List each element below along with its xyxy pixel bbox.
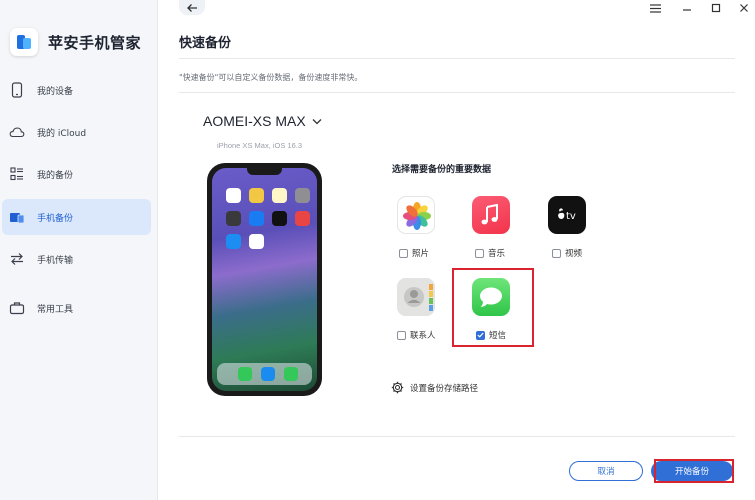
device-subtitle: iPhone XS Max, iOS 16.3 bbox=[217, 141, 303, 150]
app-icon bbox=[249, 188, 264, 203]
toolbox-icon bbox=[9, 300, 25, 316]
photos-checkbox[interactable] bbox=[399, 248, 408, 258]
page-title: 快速备份 bbox=[179, 36, 232, 51]
contacts-checkbox[interactable] bbox=[397, 330, 406, 340]
phone-app-icon bbox=[238, 367, 252, 381]
sidebar-item-label: 我的设备 bbox=[37, 86, 74, 97]
messages-highlight bbox=[452, 268, 534, 347]
video-label: 视频 bbox=[565, 249, 583, 259]
appletv-icon[interactable]: tv bbox=[548, 196, 586, 234]
appstore-app-icon bbox=[226, 234, 241, 249]
title-divider bbox=[179, 58, 735, 59]
phone-notch bbox=[247, 168, 282, 175]
minimize-icon bbox=[683, 9, 691, 11]
menu-button[interactable] bbox=[648, 1, 662, 15]
contacts-option[interactable]: 联系人 bbox=[397, 329, 436, 341]
close-icon bbox=[740, 4, 748, 12]
chevron-down-icon bbox=[312, 118, 322, 124]
settings-app-icon bbox=[295, 188, 310, 203]
minimize-button[interactable] bbox=[680, 1, 694, 15]
sidebar-item-label: 我的 iCloud bbox=[37, 128, 87, 139]
video-option[interactable]: 视频 bbox=[552, 247, 582, 259]
app-name: 苹安手机管家 bbox=[48, 33, 142, 52]
phone-dock bbox=[217, 363, 312, 385]
qq-app-icon bbox=[249, 234, 264, 249]
notes-app-icon bbox=[272, 188, 287, 203]
start-backup-highlight bbox=[654, 459, 734, 483]
contacts-icon[interactable] bbox=[397, 278, 435, 316]
sidebar-item-phone-backup[interactable]: 手机备份 bbox=[2, 199, 151, 235]
device-name: AOMEI-XS MAX bbox=[203, 113, 306, 129]
arrow-left-icon bbox=[187, 3, 197, 12]
backup-section-title: 选择需要备份的重要数据 bbox=[392, 165, 492, 175]
gear-icon bbox=[391, 381, 404, 394]
sidebar-item-common-tools[interactable]: 常用工具 bbox=[2, 290, 151, 326]
back-button[interactable] bbox=[179, 0, 205, 15]
hint-divider bbox=[179, 92, 735, 93]
sidebar-item-my-device[interactable]: 我的设备 bbox=[2, 72, 151, 108]
menu-icon bbox=[649, 3, 661, 13]
tiktok-app-icon bbox=[272, 211, 287, 226]
sidebar-item-phone-transfer[interactable]: 手机传输 bbox=[2, 241, 151, 277]
music-checkbox[interactable] bbox=[475, 248, 484, 258]
set-backup-path-link[interactable]: 设置备份存储路径 bbox=[391, 381, 478, 394]
photos-option[interactable]: 照片 bbox=[399, 247, 429, 259]
sidebar-item-label: 常用工具 bbox=[37, 304, 74, 315]
phone-illustration bbox=[207, 163, 322, 396]
devices-icon bbox=[9, 209, 25, 225]
set-backup-path-label: 设置备份存储路径 bbox=[410, 383, 479, 394]
video-checkbox[interactable] bbox=[552, 248, 561, 258]
brand: 苹安手机管家 bbox=[10, 27, 141, 57]
transfer-icon bbox=[9, 251, 25, 267]
sidebar: 苹安手机管家 我的设备 我的 iCloud 我的备份 手机备份 手机传输 常用工… bbox=[0, 0, 158, 500]
sidebar-item-label: 我的备份 bbox=[37, 170, 74, 181]
device-selector[interactable]: AOMEI-XS MAX bbox=[203, 113, 322, 129]
sidebar-item-my-backup[interactable]: 我的备份 bbox=[2, 156, 151, 192]
maximize-icon bbox=[711, 3, 721, 13]
music-icon[interactable] bbox=[472, 196, 510, 234]
photos-label: 照片 bbox=[412, 249, 430, 259]
cancel-button[interactable]: 取消 bbox=[569, 461, 643, 481]
close-button[interactable] bbox=[737, 1, 751, 15]
camera-app-icon bbox=[226, 211, 241, 226]
photos-app-icon bbox=[226, 188, 241, 203]
maximize-button[interactable] bbox=[709, 1, 723, 15]
contacts-label: 联系人 bbox=[410, 331, 436, 341]
sidebar-item-my-icloud[interactable]: 我的 iCloud bbox=[2, 114, 151, 150]
list-icon bbox=[9, 166, 25, 182]
sidebar-item-label: 手机传输 bbox=[37, 255, 74, 266]
sidebar-item-label: 手机备份 bbox=[37, 213, 74, 224]
page-hint: "快速备份"可以自定义备份数据，备份速度非常快。 bbox=[179, 73, 363, 82]
safari-app-icon bbox=[261, 367, 275, 381]
cloud-icon bbox=[9, 124, 25, 140]
footer-divider bbox=[179, 436, 735, 437]
photos-icon[interactable] bbox=[397, 196, 435, 234]
app-logo-icon bbox=[10, 28, 38, 56]
phone-icon bbox=[9, 82, 25, 98]
music-label: 音乐 bbox=[488, 249, 506, 259]
music-option[interactable]: 音乐 bbox=[475, 247, 505, 259]
app-icon bbox=[295, 211, 310, 226]
messages-app-icon bbox=[284, 367, 298, 381]
tv-text: tv bbox=[566, 211, 576, 222]
alipay-app-icon bbox=[249, 211, 264, 226]
phone-screen bbox=[212, 168, 317, 391]
